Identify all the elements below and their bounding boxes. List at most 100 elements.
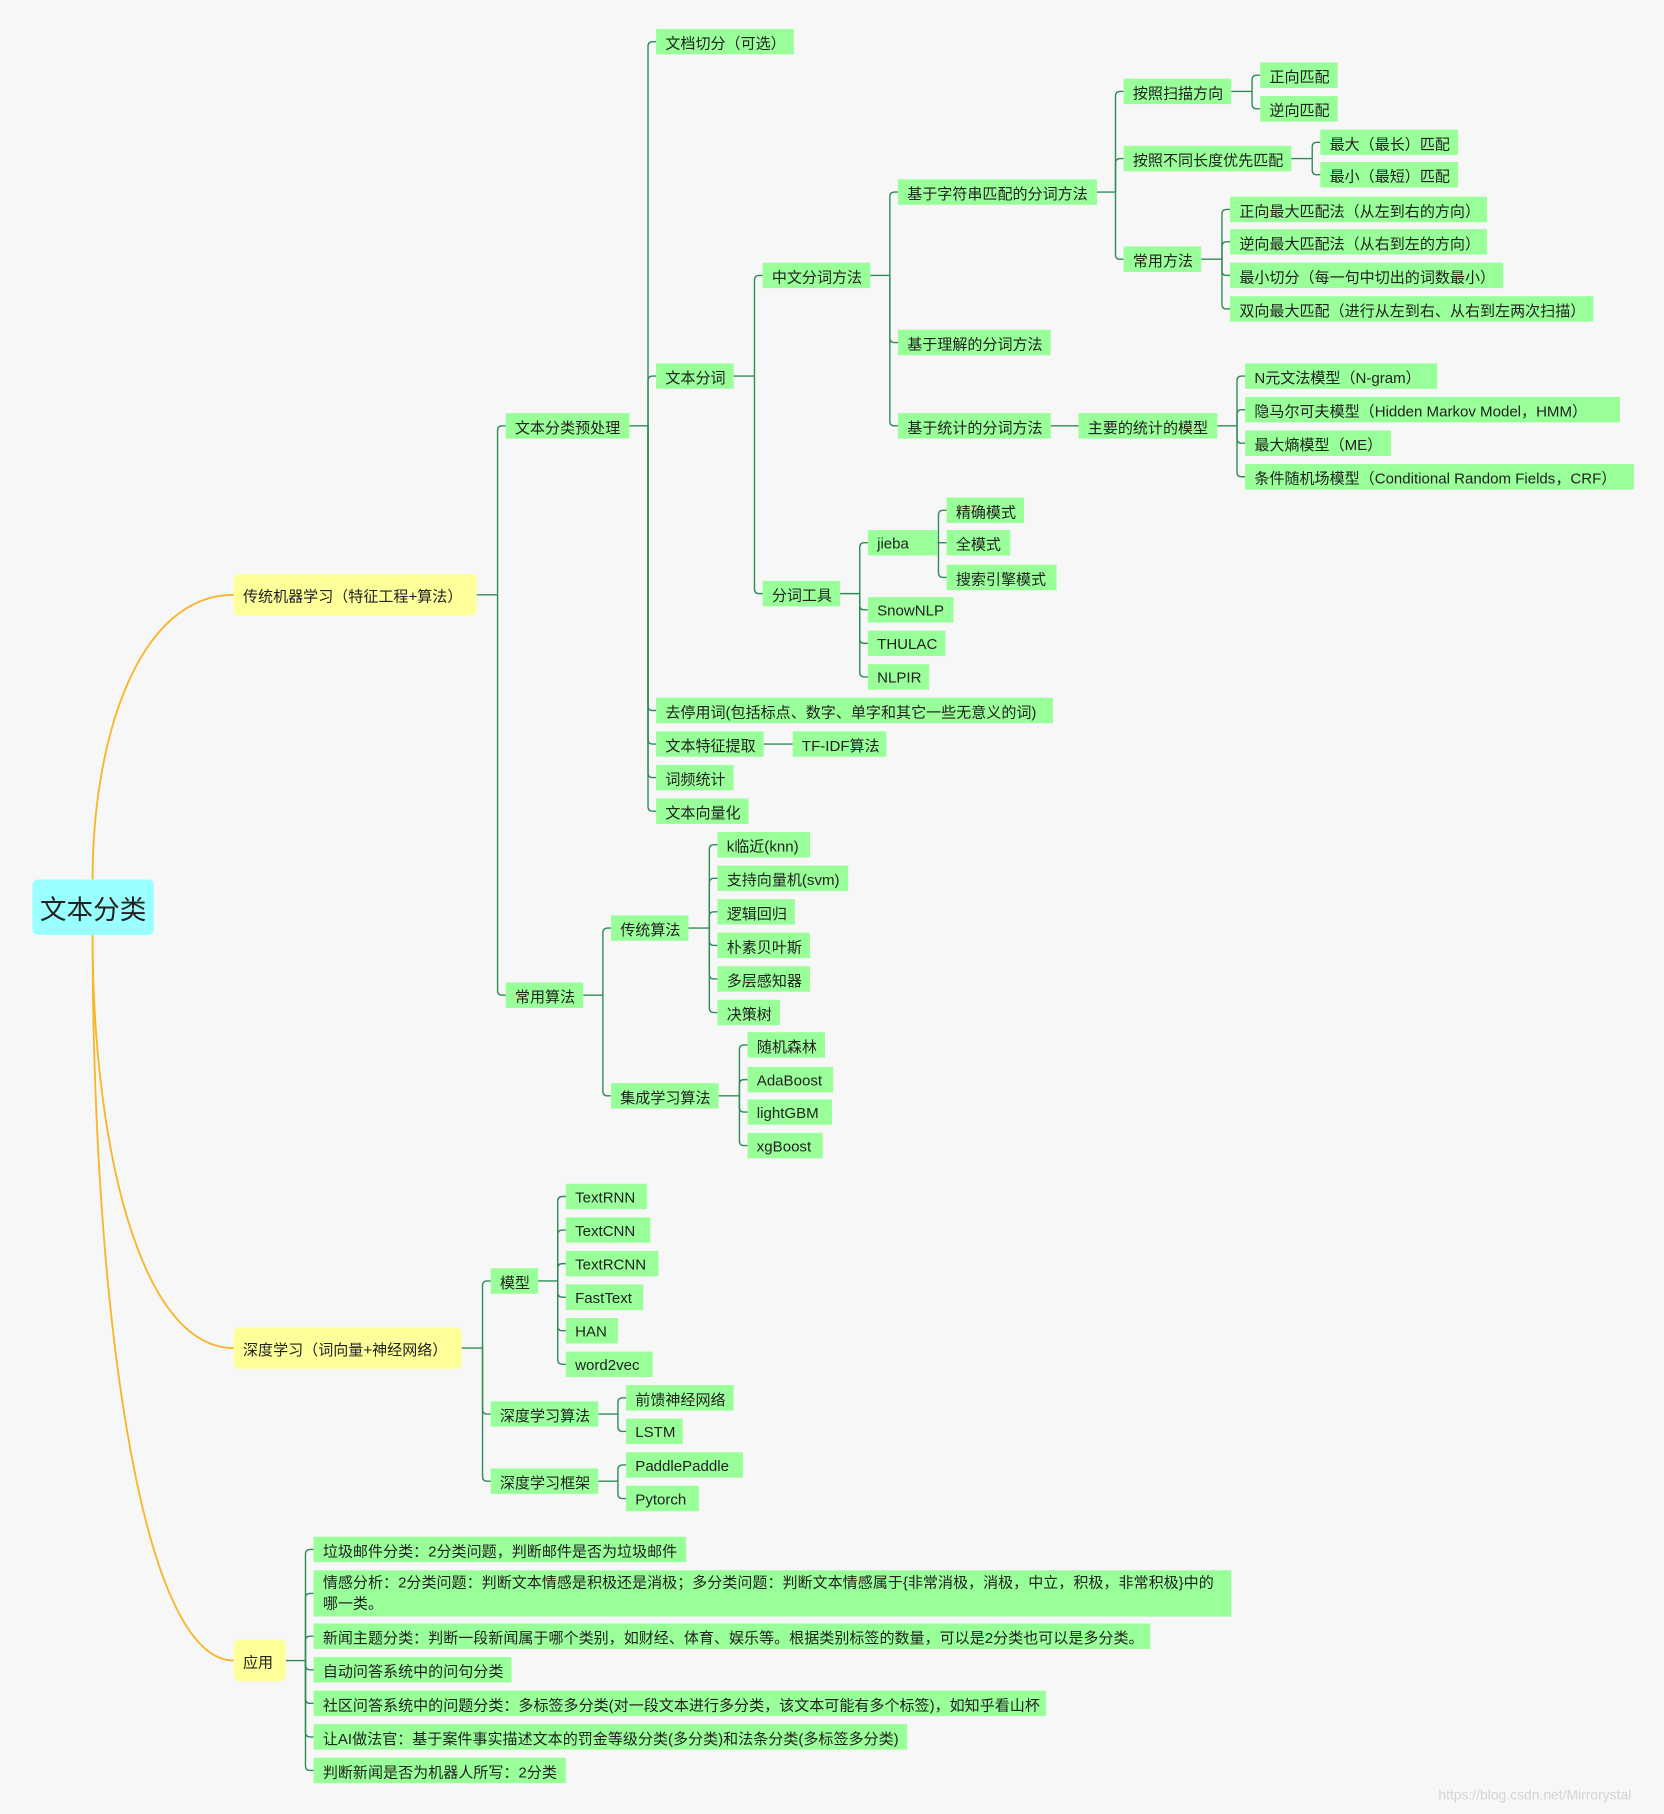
leaf-node[interactable]: AdaBoost <box>747 1066 834 1093</box>
topic-node[interactable]: 集成学习算法 <box>610 1083 719 1109</box>
connector-line <box>1251 91 1261 110</box>
leaf-node[interactable]: 情感分析：2分类问题：判断文本情感是积极还是消极；多分类问题：判断文本情感属于{… <box>313 1570 1232 1617</box>
topic-node[interactable]: 常用方法 <box>1123 246 1202 272</box>
topic-node[interactable]: 深度学习算法 <box>490 1401 599 1427</box>
main-branch-curve <box>91 934 234 1662</box>
leaf-node[interactable]: 前馈神经网络 <box>626 1385 734 1411</box>
node-label: 垃圾邮件分类：2分类问题，判断邮件是否为垃圾邮件 <box>322 1541 678 1560</box>
leaf-node[interactable]: Pytorch <box>626 1485 699 1512</box>
node-label: 按照不同长度优先匹配 <box>1132 151 1284 169</box>
connector-line <box>708 928 718 1014</box>
leaf-node[interactable]: 搜索引擎模式 <box>946 564 1057 591</box>
connector-line <box>304 1660 314 1671</box>
topic-node[interactable]: 中文分词方法 <box>762 262 871 289</box>
connector-line <box>1114 157 1124 193</box>
node-label: 按照扫描方向 <box>1132 83 1224 102</box>
leaf-node[interactable]: 让AI做法官：基于案件事实描述文本的罚金等级分类(多分类)和法条分类(多标签多分… <box>313 1724 908 1750</box>
leaf-node[interactable]: 新闻主题分类：判断一段新闻属于哪个类别，如财经、体育、娱乐等。根据类别标签的数量… <box>313 1623 1151 1649</box>
leaf-node[interactable]: FastText <box>565 1284 644 1310</box>
topic-node[interactable]: 分词工具 <box>762 580 841 607</box>
leaf-node[interactable]: 文档切分（可选） <box>656 28 794 55</box>
node-label: Pytorch <box>635 1489 687 1508</box>
node-label: 最小切分（每一句中切出的词数最小） <box>1239 267 1496 286</box>
leaf-node[interactable]: xgBoost <box>747 1132 823 1159</box>
topic-node[interactable]: 传统机器学习（特征工程+算法） <box>233 573 477 616</box>
leaf-node[interactable]: 最大（最长）匹配 <box>1320 129 1459 156</box>
leaf-node[interactable]: 逆向匹配 <box>1260 96 1338 122</box>
connector-line <box>859 593 868 611</box>
node-label: 基于字符串匹配的分词方法 <box>907 184 1088 202</box>
topic-node[interactable]: 主要的统计的模型 <box>1078 413 1218 439</box>
node-label: lightGBM <box>756 1103 819 1121</box>
leaf-node[interactable]: lightGBM <box>747 1099 832 1125</box>
node-label: 中文分词方法 <box>771 267 863 286</box>
connector-line <box>617 1464 627 1482</box>
topic-node[interactable]: 文本分词 <box>656 363 734 389</box>
leaf-node[interactable]: THULAC <box>867 630 946 657</box>
leaf-node[interactable]: 词频统计 <box>656 764 734 791</box>
leaf-node[interactable]: 判断新闻是否为机器人所写：2分类 <box>313 1757 566 1784</box>
root-topic[interactable]: 文本分类 <box>32 879 154 935</box>
topic-node[interactable]: 基于字符串匹配的分词方法 <box>897 179 1097 205</box>
leaf-node[interactable]: 基于理解的分词方法 <box>897 329 1051 356</box>
topic-node[interactable]: 基于统计的分词方法 <box>897 413 1051 439</box>
topic-node[interactable]: 深度学习框架 <box>490 1468 599 1494</box>
topic-node[interactable]: 按照不同长度优先匹配 <box>1123 145 1292 172</box>
topic-node[interactable]: jieba <box>867 529 938 556</box>
leaf-node[interactable]: 社区问答系统中的问题分类：多标签多分类(对一段文本进行多分类，该文本可能有多个标… <box>313 1690 1047 1717</box>
leaf-node[interactable]: 决策树 <box>717 999 780 1026</box>
leaf-node[interactable]: 自动问答系统中的问句分类 <box>313 1657 512 1683</box>
topic-node[interactable]: 文本特征提取 <box>656 731 764 757</box>
connector-line <box>304 1635 314 1661</box>
node-label: AdaBoost <box>756 1070 823 1089</box>
connector-line <box>1311 141 1321 159</box>
leaf-node[interactable]: 去停用词(包括标点、数字、单字和其它一些无意义的词) <box>656 697 1054 724</box>
topic-node[interactable]: 传统算法 <box>610 915 689 941</box>
leaf-node[interactable]: 精确模式 <box>946 497 1025 524</box>
connector-line <box>602 995 611 1097</box>
node-label: 随机森林 <box>756 1037 817 1055</box>
connector-line <box>708 844 718 929</box>
leaf-node[interactable]: 逻辑回归 <box>717 899 795 925</box>
node-label: 传统算法 <box>620 920 681 938</box>
topic-node[interactable]: 文本分类预处理 <box>505 413 630 439</box>
leaf-node[interactable]: HAN <box>565 1318 618 1344</box>
leaf-node[interactable]: TF-IDF算法 <box>792 731 887 757</box>
leaf-node[interactable]: 多层感知器 <box>717 966 811 992</box>
leaf-node[interactable]: k临近(knn) <box>717 831 811 858</box>
leaf-node[interactable]: 双向最大匹配（进行从左到右、从右到左两次扫描） <box>1230 296 1594 322</box>
topic-node[interactable]: 深度学习（词向量+神经网络） <box>233 1327 462 1369</box>
leaf-node[interactable]: 最小（最短）匹配 <box>1320 162 1459 188</box>
leaf-node[interactable]: 全模式 <box>946 529 1011 556</box>
leaf-node[interactable]: 最大熵模型（ME） <box>1245 430 1391 456</box>
connector-line <box>647 40 657 426</box>
topic-node[interactable]: 应用 <box>233 1639 286 1682</box>
leaf-node[interactable]: N元文法模型（N-gram） <box>1245 363 1438 389</box>
leaf-node[interactable]: 正向最大匹配法（从左到右的方向） <box>1230 196 1487 223</box>
leaf-node[interactable]: word2vec <box>565 1351 653 1378</box>
topic-node[interactable]: 常用算法 <box>505 982 584 1008</box>
connector-line <box>647 425 657 779</box>
leaf-node[interactable]: TextRCNN <box>565 1250 659 1277</box>
leaf-node[interactable]: 条件随机场模型（Conditional Random Fields，CRF） <box>1245 464 1634 490</box>
leaf-node[interactable]: 支持向量机(svm) <box>717 865 849 892</box>
leaf-node[interactable]: 文本向量化 <box>656 798 749 824</box>
leaf-node[interactable]: 垃圾邮件分类：2分类问题，判断邮件是否为垃圾邮件 <box>313 1536 687 1563</box>
leaf-node[interactable]: LSTM <box>626 1418 683 1445</box>
leaf-node[interactable]: TextRNN <box>565 1183 647 1210</box>
node-label: 常用方法 <box>1132 251 1194 270</box>
leaf-node[interactable]: PaddlePaddle <box>626 1452 743 1478</box>
leaf-node[interactable]: 随机森林 <box>747 1032 826 1058</box>
leaf-node[interactable]: 正向匹配 <box>1260 62 1338 88</box>
watermark: https://blog.csdn.net/Mirrorystal <box>1438 1786 1632 1803</box>
leaf-node[interactable]: 最小切分（每一句中切出的词数最小） <box>1230 262 1504 289</box>
leaf-node[interactable]: NLPIR <box>867 664 930 690</box>
topic-node[interactable]: 按照扫描方向 <box>1123 78 1232 105</box>
leaf-node[interactable]: 朴素贝叶斯 <box>717 932 811 959</box>
leaf-node[interactable]: 逆向最大匹配法（从右到左的方向） <box>1230 229 1487 255</box>
leaf-node[interactable]: 隐马尔可夫模型（Hidden Markov Model，HMM） <box>1245 396 1621 423</box>
leaf-node[interactable]: TextCNN <box>565 1217 651 1243</box>
node-label: 搜索引擎模式 <box>955 569 1047 588</box>
topic-node[interactable]: 模型 <box>490 1268 539 1294</box>
leaf-node[interactable]: SnowNLP <box>867 597 954 623</box>
